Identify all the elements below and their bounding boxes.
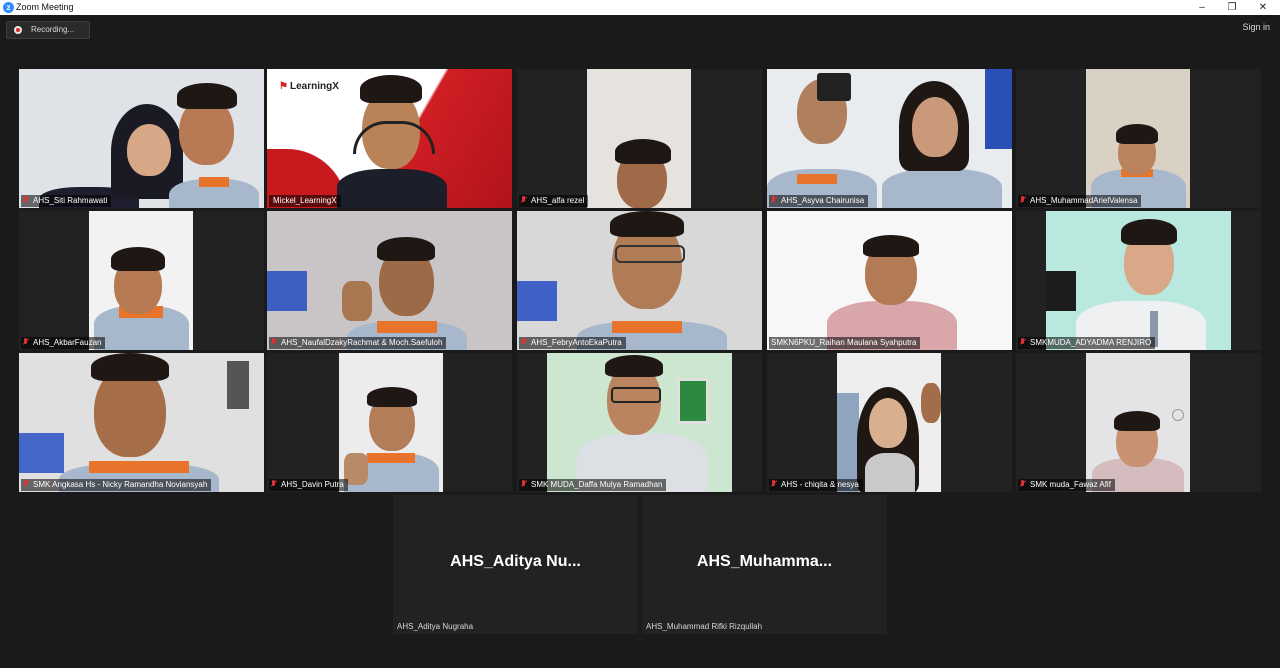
participant-name-tag: SMKN6PKU_Raihan Maulana Syahputra (769, 337, 921, 349)
video-tile[interactable]: AHS_MuhammadArielValensa (1016, 69, 1261, 208)
mic-muted-icon (521, 480, 527, 488)
participant-name-tag: SMK Angkasa Hs - Nicky Ramandha Noviansy… (21, 479, 212, 491)
minimize-button[interactable]: – (1187, 0, 1217, 15)
participant-video (267, 211, 512, 350)
window-title-bar: z Zoom Meeting – ❐ ✕ (0, 0, 1280, 15)
video-tile[interactable]: AHS_Asyva Chairunisa (767, 69, 1012, 208)
video-tile[interactable]: SMK muda_Fawaz Afif (1016, 353, 1261, 492)
mic-muted-icon (1020, 196, 1026, 204)
video-off-tile[interactable]: AHS_Muhamma... AHS_Muhammad Rifki Rizqul… (642, 495, 887, 634)
close-button[interactable]: ✕ (1248, 0, 1278, 15)
participant-name-tag: AHS_alfa rezel (519, 195, 589, 207)
mic-muted-icon (771, 480, 777, 488)
participant-display-name: AHS_Aditya Nu... (450, 553, 581, 570)
video-off-tile[interactable]: AHS_Aditya Nu... AHS_Aditya Nugraha (393, 495, 638, 634)
zoom-icon: z (3, 2, 14, 13)
mic-muted-icon (23, 338, 29, 346)
participant-video (837, 353, 941, 492)
recording-label: Recording... (31, 25, 75, 34)
participant-video (547, 353, 732, 492)
video-tile[interactable]: AHS_Davin Putra (267, 353, 512, 492)
video-tile-active-speaker[interactable]: ⚑ LearningX Mickel_LearningX (267, 69, 512, 208)
participant-name-tag: AHS_Muhammad Rifki Rizqullah (646, 622, 763, 631)
mic-muted-icon (521, 338, 527, 346)
video-tile[interactable]: AHS_AkbarFauzan (19, 211, 264, 350)
participant-video (1086, 69, 1190, 208)
participant-name-tag: AHS_AkbarFauzan (21, 337, 106, 349)
video-tile[interactable]: AHS_FebryAntoEkaPutra (517, 211, 762, 350)
participant-video: ⚑ LearningX (267, 69, 512, 208)
video-tile[interactable]: AHS_alfa rezel (517, 69, 762, 208)
mic-muted-icon (271, 480, 277, 488)
video-tile[interactable]: AHS_NaufalDzakyRachmat & Moch.Saefuloh (267, 211, 512, 350)
participant-name-tag: AHS_Siti Rahmawati (21, 195, 112, 207)
participant-name-tag: AHS_MuhammadArielValensa (1018, 195, 1142, 207)
recording-indicator[interactable]: Recording... (6, 21, 90, 39)
video-tile[interactable]: SMK MUDA_Daffa Mulya Ramadhan (517, 353, 762, 492)
participant-display-name: AHS_Muhamma... (696, 553, 833, 570)
participant-video (19, 353, 264, 492)
participant-video (19, 69, 264, 208)
participant-video (1086, 353, 1190, 492)
maximize-button[interactable]: ❐ (1217, 0, 1247, 15)
participant-video (587, 69, 691, 208)
participant-video (1046, 211, 1231, 350)
mic-muted-icon (521, 196, 527, 204)
participant-name-tag: Mickel_LearningX (269, 195, 341, 207)
record-icon (14, 26, 22, 34)
window-title: Zoom Meeting (16, 2, 74, 12)
participant-name-tag: AHS_Aditya Nugraha (397, 622, 474, 631)
participant-name-tag: SMK MUDA_Daffa Mulya Ramadhan (519, 479, 667, 491)
participant-video (767, 211, 1012, 350)
video-tile[interactable]: SMKN6PKU_Raihan Maulana Syahputra (767, 211, 1012, 350)
participant-name-tag: SMKMUDA_ADYADMA RENJIRO (1018, 337, 1156, 349)
participant-name-tag: AHS_Davin Putra (269, 479, 348, 491)
sign-in-link[interactable]: Sign in (1242, 22, 1270, 32)
participant-name-tag: AHS_Asyva Chairunisa (769, 195, 869, 207)
mic-muted-icon (23, 480, 29, 488)
mic-muted-icon (1020, 338, 1026, 346)
participant-name-tag: AHS_FebryAntoEkaPutra (519, 337, 626, 349)
video-tile[interactable]: AHS_Siti Rahmawati (19, 69, 264, 208)
video-tile[interactable]: SMKMUDA_ADYADMA RENJIRO (1016, 211, 1261, 350)
participant-video (339, 353, 443, 492)
mic-muted-icon (771, 196, 777, 204)
learningx-logo: ⚑ LearningX (279, 81, 339, 92)
participant-video (517, 211, 762, 350)
participant-video (767, 69, 1012, 208)
participant-name-tag: AHS_NaufalDzakyRachmat & Moch.Saefuloh (269, 337, 447, 349)
participant-video (89, 211, 193, 350)
participant-name-tag: SMK muda_Fawaz Afif (1018, 479, 1115, 491)
video-tile[interactable]: AHS - chiqita & nesya (767, 353, 1012, 492)
video-tile[interactable]: SMK Angkasa Hs - Nicky Ramandha Noviansy… (19, 353, 264, 492)
participant-name-tag: AHS - chiqita & nesya (769, 479, 863, 491)
mic-muted-icon (23, 196, 29, 204)
mic-muted-icon (1020, 480, 1026, 488)
mic-muted-icon (271, 338, 277, 346)
